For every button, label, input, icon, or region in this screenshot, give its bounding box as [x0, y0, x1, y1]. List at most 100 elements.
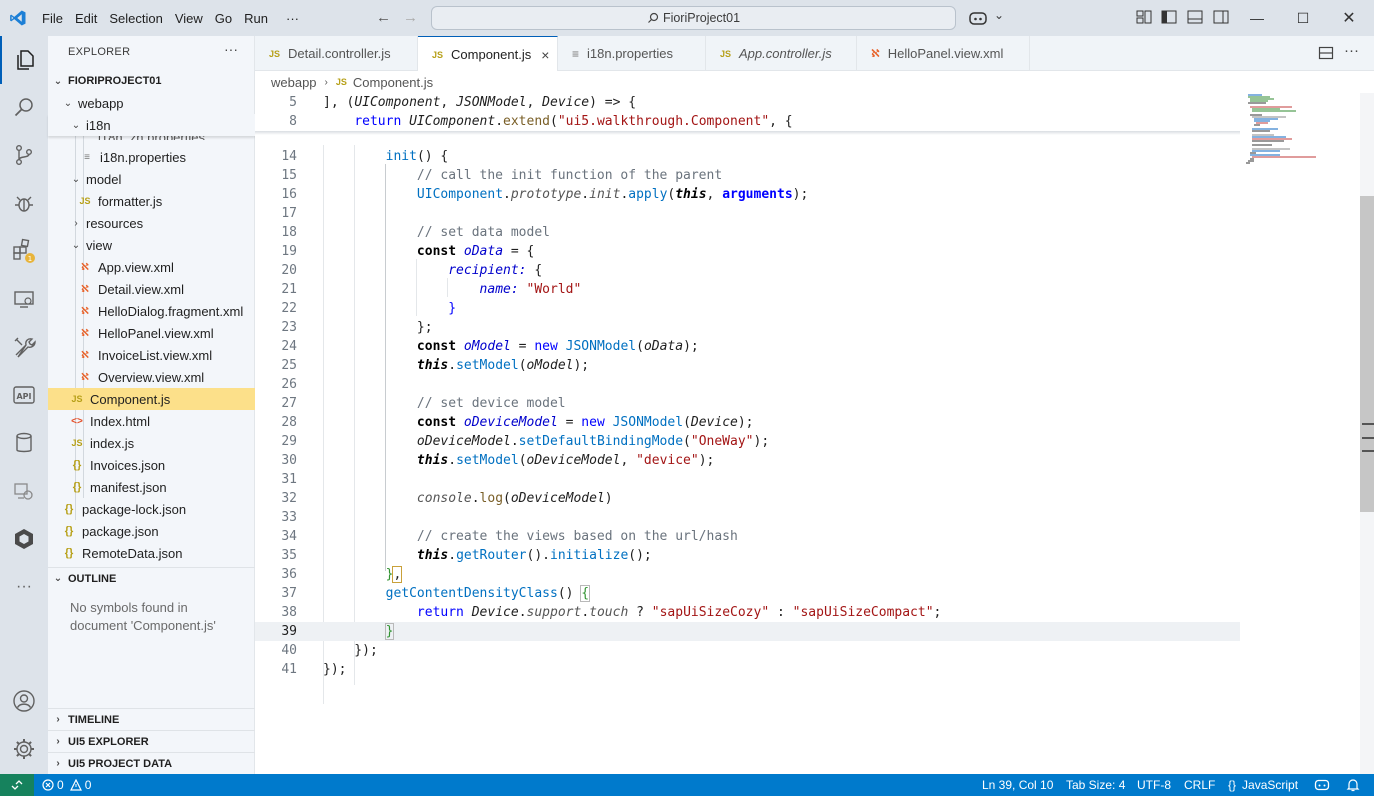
menu-go[interactable]: Go: [209, 11, 238, 26]
tree-file-component[interactable]: JS Component.js: [48, 388, 255, 410]
tree-folder-resources[interactable]: › resources: [48, 212, 255, 234]
tree-file-invoicelist-view[interactable]: ℵ InvoiceList.view.xml: [48, 344, 255, 366]
back-arrow-icon[interactable]: ←: [376, 9, 391, 26]
tab-size[interactable]: Tab Size: 4: [1066, 774, 1125, 796]
line-number: 31: [281, 472, 297, 487]
menu-selection[interactable]: Selection: [103, 11, 168, 26]
tree-file-remotedata-json[interactable]: {} RemoteData.json: [48, 542, 255, 564]
line-number: 5: [289, 95, 297, 110]
code-line: 37 getContentDensityClass() {: [255, 584, 1240, 603]
menu-run[interactable]: Run: [238, 11, 274, 26]
api-icon[interactable]: API: [0, 371, 48, 419]
cursor-position[interactable]: Ln 39, Col 10: [982, 774, 1053, 796]
notifications-bell-icon[interactable]: [1346, 774, 1360, 796]
code-text: init() {: [385, 149, 449, 164]
line-number: 40: [281, 643, 297, 658]
tree-file-invoices-json[interactable]: {} Invoices.json: [48, 454, 255, 476]
tree-folder-model[interactable]: ⌄ model: [48, 168, 255, 190]
menu-edit[interactable]: Edit: [69, 11, 103, 26]
minimap[interactable]: [1240, 93, 1360, 774]
close-window-button[interactable]: ✕: [1326, 0, 1372, 36]
encoding[interactable]: UTF-8: [1137, 774, 1171, 796]
language-mode[interactable]: {} JavaScript: [1228, 774, 1298, 796]
line-number: 22: [281, 301, 297, 316]
ui5-explorer-section-header[interactable]: › UI5 EXPLORER: [48, 730, 255, 752]
search-icon[interactable]: [0, 83, 48, 131]
breadcrumb-file[interactable]: Component.js: [353, 75, 433, 90]
tree-label: index.js: [90, 435, 135, 451]
tab-i18n-properties[interactable]: ≡ i18n.properties: [558, 36, 706, 71]
tree-file-hellodialog-fragment[interactable]: ℵ HelloDialog.fragment.xml: [48, 300, 255, 322]
menu-more[interactable]: ···: [274, 11, 305, 26]
tree-file-i18n-properties[interactable]: ≡ i18n.properties: [48, 146, 255, 168]
run-debug-icon[interactable]: [0, 179, 48, 227]
tab-detail-controller[interactable]: JS Detail.controller.js: [255, 36, 418, 71]
settings-gear-icon[interactable]: [0, 725, 48, 773]
split-editor-icon[interactable]: [1318, 45, 1334, 64]
customize-layout-icon[interactable]: [1136, 10, 1152, 27]
code-line: 18 // set data model: [255, 223, 1240, 242]
cloud-deploy-icon[interactable]: [0, 467, 48, 515]
copilot-dropdown-icon[interactable]: ⌄: [994, 8, 1004, 22]
tab-component[interactable]: JS Component.js ×: [418, 36, 558, 72]
code-text: };: [323, 320, 433, 335]
xml-file-icon: ℵ: [81, 261, 89, 273]
command-center-search[interactable]: FioriProject01: [431, 6, 956, 30]
account-icon[interactable]: [0, 677, 48, 725]
copilot-icon[interactable]: [968, 10, 988, 29]
editor-more-actions[interactable]: ···: [1344, 42, 1359, 59]
ui5-project-data-section-header[interactable]: › UI5 PROJECT DATA: [48, 752, 255, 774]
tab-app-controller[interactable]: JS App.controller.js: [706, 36, 857, 71]
code-line: 29 oDeviceModel.setDefaultBindingMode("O…: [255, 432, 1240, 451]
line-number: 35: [281, 548, 297, 563]
tree-file-overview-view[interactable]: ℵ Overview.view.xml: [48, 366, 255, 388]
tree-file-formatter[interactable]: JS formatter.js: [48, 190, 255, 212]
code-editor[interactable]: 5], (UIComponent, JSONModel, Device) => …: [255, 93, 1374, 774]
tree-folder-webapp[interactable]: ⌄ webapp: [48, 92, 255, 114]
toggle-secondary-sidebar-icon[interactable]: [1213, 10, 1229, 27]
more-views-icon[interactable]: ···: [0, 563, 48, 611]
tree-file-package-json[interactable]: {} package.json: [48, 520, 255, 542]
code-line: 30 this.setModel(oDeviceModel, "device")…: [255, 451, 1240, 470]
sidebar-more-actions[interactable]: ···: [224, 41, 238, 57]
tree-file-detail-view[interactable]: ℵ Detail.view.xml: [48, 278, 255, 300]
tree-file-app-view[interactable]: ℵ App.view.xml: [48, 256, 255, 278]
source-control-icon[interactable]: [0, 131, 48, 179]
problems-indicator[interactable]: 0 0: [42, 774, 91, 796]
line-ending[interactable]: CRLF: [1184, 774, 1215, 796]
forward-arrow-icon[interactable]: →: [403, 9, 418, 26]
explorer-icon[interactable]: [0, 36, 48, 84]
menu-file[interactable]: File: [36, 11, 69, 26]
code-line: 14 init() {: [255, 147, 1240, 166]
tree-file-hellopanel-view[interactable]: ℵ HelloPanel.view.xml: [48, 322, 255, 344]
maximize-button[interactable]: ☐: [1280, 0, 1326, 36]
project-root[interactable]: ⌄ FIORIPROJECT01: [48, 70, 255, 92]
tree-file-index-js[interactable]: JS index.js: [48, 432, 255, 454]
minimize-button[interactable]: —: [1234, 0, 1280, 36]
tree-folder-i18n[interactable]: ⌄ i18n: [48, 114, 255, 136]
outline-section-header[interactable]: ⌄ OUTLINE: [48, 567, 255, 589]
tree-file-manifest-json[interactable]: {} manifest.json: [48, 476, 255, 498]
remote-indicator-icon[interactable]: [0, 774, 34, 796]
close-tab-icon[interactable]: ×: [541, 47, 549, 63]
tree-label: i18n: [86, 117, 111, 133]
tree-file-package-lock[interactable]: {} package-lock.json: [48, 498, 255, 520]
tools-icon[interactable]: [0, 323, 48, 371]
tree-file-index-html[interactable]: <> Index.html: [48, 410, 255, 432]
timeline-section-header[interactable]: › TIMELINE: [48, 708, 255, 730]
copilot-status-icon[interactable]: [1314, 774, 1330, 796]
tab-hellopanel-view[interactable]: ℵ HelloPanel.view.xml: [857, 36, 1030, 71]
menu-view[interactable]: View: [169, 11, 209, 26]
breadcrumb-folder[interactable]: webapp: [271, 75, 317, 90]
toggle-primary-sidebar-icon[interactable]: [1161, 10, 1177, 27]
toggle-panel-icon[interactable]: [1187, 10, 1203, 27]
scrollbar-thumb[interactable]: [1360, 196, 1374, 512]
extensions-icon[interactable]: 1: [0, 227, 48, 275]
chevron-right-icon: ›: [56, 714, 60, 725]
sap-fiori-tools-icon[interactable]: [0, 515, 48, 563]
database-icon[interactable]: [0, 419, 48, 467]
tree-folder-view[interactable]: ⌄ view: [48, 234, 255, 256]
remote-explorer-icon[interactable]: [0, 275, 48, 323]
code-line: 16 UIComponent.prototype.init.apply(this…: [255, 185, 1240, 204]
ui5-explorer-title: UI5 EXPLORER: [68, 735, 149, 748]
